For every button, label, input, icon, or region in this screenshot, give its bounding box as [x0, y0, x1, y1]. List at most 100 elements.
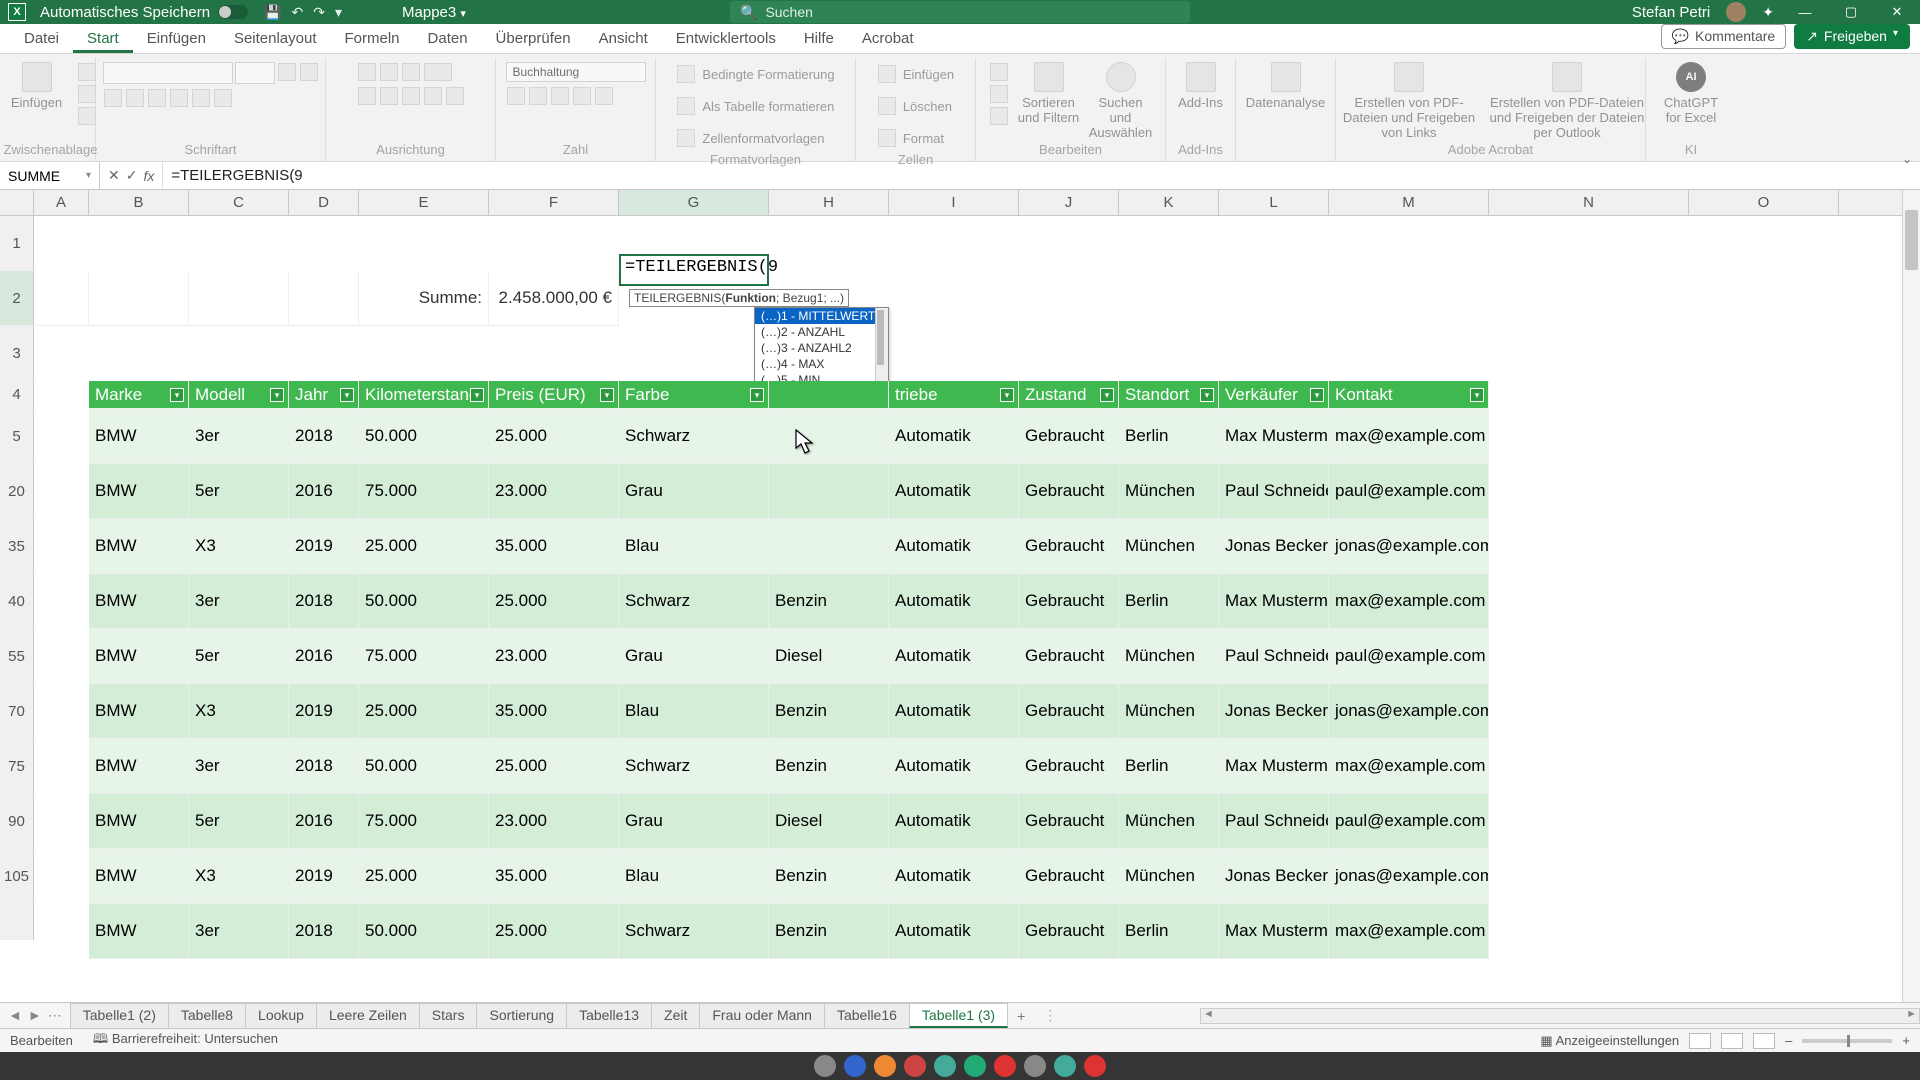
cell[interactable]: max@example.com [1329, 409, 1489, 464]
table-row[interactable]: BMWX3201925.00035.000BlauAutomatikGebrau… [89, 519, 1920, 574]
cell[interactable]: 3er [189, 409, 289, 464]
cell[interactable]: 3er [189, 739, 289, 794]
cell[interactable]: 25.000 [489, 739, 619, 794]
underline-icon[interactable] [148, 89, 166, 107]
tab-acrobat[interactable]: Acrobat [848, 24, 928, 53]
cell[interactable]: Gebraucht [1019, 574, 1119, 629]
cell[interactable]: Schwarz [619, 409, 769, 464]
row-header[interactable]: 1 [0, 216, 34, 271]
row-header[interactable]: 105 [0, 849, 34, 904]
cell[interactable]: München [1119, 519, 1219, 574]
cell[interactable]: 35.000 [489, 849, 619, 904]
sheet-tab[interactable]: Tabelle1 (3) [909, 1003, 1008, 1028]
autocomplete-item[interactable]: (…)2 - ANZAHL [755, 324, 888, 340]
row-header[interactable]: 40 [0, 574, 34, 629]
cell[interactable]: Max Mustermann [1219, 409, 1329, 464]
filter-icon[interactable]: ▾ [340, 388, 354, 402]
fill-color-icon[interactable] [192, 89, 210, 107]
table-header-cell[interactable]: Modell▾ [189, 381, 289, 409]
cell[interactable]: Berlin [1119, 904, 1219, 959]
cell[interactable]: BMW [89, 849, 189, 904]
cell[interactable]: 35.000 [489, 684, 619, 739]
tab-formeln[interactable]: Formeln [331, 24, 414, 53]
formula-input[interactable]: =TEILERGEBNIS(9 [163, 167, 1920, 184]
row-header[interactable]: 90 [0, 794, 34, 849]
sheet-tab[interactable]: Tabelle13 [566, 1003, 652, 1028]
cell[interactable]: jonas@example.com [1329, 849, 1489, 904]
cell[interactable]: jonas@example.com [1329, 684, 1489, 739]
tab-daten[interactable]: Daten [414, 24, 482, 53]
qat-dropdown-icon[interactable]: ▾ [335, 4, 342, 21]
cell[interactable]: Berlin [1119, 409, 1219, 464]
filter-icon[interactable]: ▾ [1000, 388, 1014, 402]
col-header-E[interactable]: E [359, 190, 489, 216]
maximize-button[interactable]: ▢ [1836, 4, 1866, 20]
cell[interactable]: BMW [89, 904, 189, 959]
paste-icon[interactable] [22, 62, 52, 92]
tab-ueberpruefen[interactable]: Überprüfen [482, 24, 585, 53]
cell[interactable]: Jonas Becker [1219, 684, 1329, 739]
filter-icon[interactable]: ▾ [750, 388, 764, 402]
view-normal-icon[interactable] [1689, 1033, 1711, 1049]
cell[interactable]: 25.000 [489, 409, 619, 464]
cell[interactable]: Automatik [889, 574, 1019, 629]
cell[interactable]: 50.000 [359, 409, 489, 464]
cell[interactable]: Benzin [769, 574, 889, 629]
column-headers[interactable]: ABCDEFGHIJKLMNOP [34, 190, 1920, 216]
col-header-J[interactable]: J [1019, 190, 1119, 216]
filter-icon[interactable]: ▾ [170, 388, 184, 402]
cell[interactable]: max@example.com [1329, 574, 1489, 629]
tab-entwicklertools[interactable]: Entwicklertools [662, 24, 790, 53]
addins-button[interactable]: Add-Ins [1169, 62, 1233, 110]
cell[interactable]: X3 [189, 519, 289, 574]
col-header-K[interactable]: K [1119, 190, 1219, 216]
table-row[interactable]: BMW3er201850.00025.000SchwarzBenzinAutom… [89, 574, 1920, 629]
cell[interactable]: Automatik [889, 629, 1019, 684]
col-header-G[interactable]: G [619, 190, 769, 216]
col-header-A[interactable]: A [34, 190, 89, 216]
col-header-I[interactable]: I [889, 190, 1019, 216]
cell[interactable]: 2019 [289, 684, 359, 739]
table-row[interactable]: BMW3er201850.00025.000SchwarzBenzinAutom… [89, 904, 1920, 959]
cell[interactable]: 2016 [289, 464, 359, 519]
cell[interactable]: 2019 [289, 519, 359, 574]
tab-start[interactable]: Start [73, 24, 133, 53]
cell[interactable]: Benzin [769, 684, 889, 739]
border-icon[interactable] [170, 89, 188, 107]
cell[interactable]: 23.000 [489, 464, 619, 519]
table-row[interactable]: BMW5er201675.00023.000GrauDieselAutomati… [89, 629, 1920, 684]
col-header-C[interactable]: C [189, 190, 289, 216]
cell[interactable]: Grau [619, 629, 769, 684]
cell[interactable]: 2018 [289, 739, 359, 794]
cell[interactable]: München [1119, 629, 1219, 684]
cell[interactable]: 5er [189, 629, 289, 684]
filter-icon[interactable]: ▾ [470, 388, 484, 402]
cell[interactable]: Paul Schneider [1219, 629, 1329, 684]
cell[interactable]: 50.000 [359, 904, 489, 959]
filter-icon[interactable]: ▾ [270, 388, 284, 402]
cell[interactable]: Blau [619, 684, 769, 739]
ribbon-collapse-icon[interactable]: ⌄ [1902, 152, 1912, 166]
sheet-tab[interactable]: Tabelle8 [168, 1003, 246, 1028]
sheet-tab[interactable]: Zeit [651, 1003, 700, 1028]
table-header-cell[interactable]: Standort▾ [1119, 381, 1219, 409]
cell[interactable]: 25.000 [359, 519, 489, 574]
cell[interactable]: 25.000 [359, 684, 489, 739]
fx-icon[interactable]: fx [143, 168, 154, 184]
table-header-cell[interactable]: Preis (EUR)▾ [489, 381, 619, 409]
sync-icon[interactable]: ✦ [1762, 4, 1774, 21]
cell[interactable]: Automatik [889, 794, 1019, 849]
tab-datei[interactable]: Datei [10, 24, 73, 53]
cell[interactable]: Schwarz [619, 574, 769, 629]
redo-icon[interactable]: ↷ [313, 4, 325, 21]
cell[interactable]: 2016 [289, 794, 359, 849]
cell[interactable]: Automatik [889, 409, 1019, 464]
cell[interactable]: 2018 [289, 904, 359, 959]
autosave[interactable]: Automatisches Speichern [40, 4, 248, 21]
cell[interactable]: Diesel [769, 794, 889, 849]
row-header[interactable]: 20 [0, 464, 34, 519]
cell[interactable]: München [1119, 849, 1219, 904]
share-button[interactable]: ↗Freigeben▾ [1794, 24, 1910, 49]
cell[interactable]: Gebraucht [1019, 519, 1119, 574]
table-row[interactable]: BMW3er201850.00025.000SchwarzBenzinAutom… [89, 739, 1920, 794]
